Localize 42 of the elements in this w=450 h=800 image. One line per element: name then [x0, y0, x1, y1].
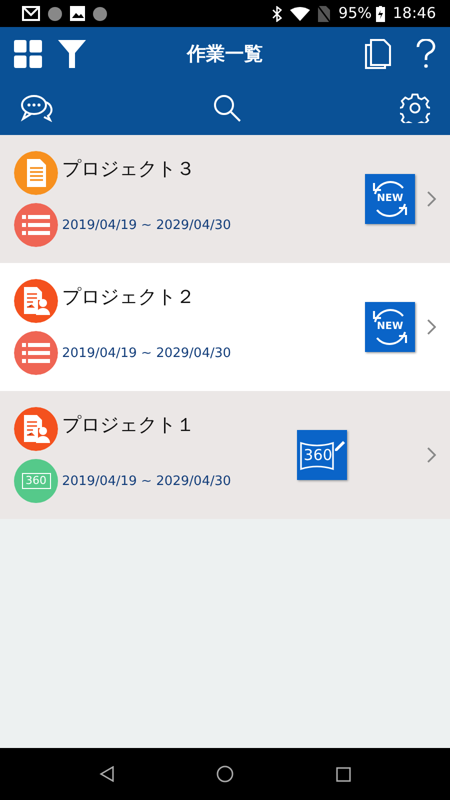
- copy-icon[interactable]: [364, 39, 392, 69]
- chevron-icon: [427, 319, 436, 335]
- home-icon[interactable]: [216, 765, 234, 783]
- project-row[interactable]: プロジェクト３ 2019/04/19 ~ 2029/04/30 NEW: [0, 135, 450, 263]
- document-person-icon: [14, 279, 58, 323]
- search-icon[interactable]: [213, 94, 241, 122]
- circle-icon: [93, 6, 107, 20]
- battery-icon: [376, 6, 385, 22]
- document-icon: [14, 151, 58, 195]
- chat-icon[interactable]: [20, 94, 54, 122]
- project-row[interactable]: 360 プロジェクト１ 2019/04/19 ~ 2029/04/30 360: [0, 391, 450, 519]
- project-row[interactable]: プロジェクト２ 2019/04/19 ~ 2029/04/30 NEW: [0, 263, 450, 391]
- mail-icon: [20, 6, 40, 22]
- circle-icon: [48, 6, 62, 20]
- panorama-icon: 360: [14, 459, 58, 503]
- panorama-edit-icon[interactable]: 360: [297, 430, 347, 480]
- back-icon[interactable]: [98, 766, 115, 782]
- chevron-icon: [427, 191, 436, 207]
- date-range: 2019/04/19 ~ 2029/04/30: [62, 216, 232, 234]
- screen-title: 作業一覧: [187, 42, 263, 65]
- chevron-icon: [427, 447, 436, 463]
- recents-icon[interactable]: [336, 766, 352, 782]
- refresh-new-icon[interactable]: NEW: [365, 302, 415, 352]
- image-icon: [70, 6, 85, 21]
- date-range: 2019/04/19 ~ 2029/04/30: [62, 472, 232, 490]
- project-title: プロジェクト３: [62, 157, 196, 182]
- filter-icon[interactable]: [58, 40, 86, 68]
- list-icon: [14, 331, 58, 375]
- bluetooth-icon: [272, 6, 282, 22]
- help-icon[interactable]: [416, 39, 436, 69]
- wifi-icon: [290, 6, 310, 20]
- date-range: 2019/04/19 ~ 2029/04/30: [62, 344, 232, 362]
- document-person-icon: [14, 407, 58, 451]
- grid-icon[interactable]: [14, 40, 42, 68]
- list-icon: [14, 203, 58, 247]
- battery-percentage: 95%: [338, 3, 372, 24]
- settings-icon[interactable]: [400, 93, 430, 123]
- clock-time: 18:46: [392, 3, 436, 24]
- no-sim-icon: [318, 6, 330, 22]
- project-title: プロジェクト１: [62, 413, 196, 438]
- refresh-new-icon[interactable]: NEW: [365, 174, 415, 224]
- project-title: プロジェクト２: [62, 285, 196, 310]
